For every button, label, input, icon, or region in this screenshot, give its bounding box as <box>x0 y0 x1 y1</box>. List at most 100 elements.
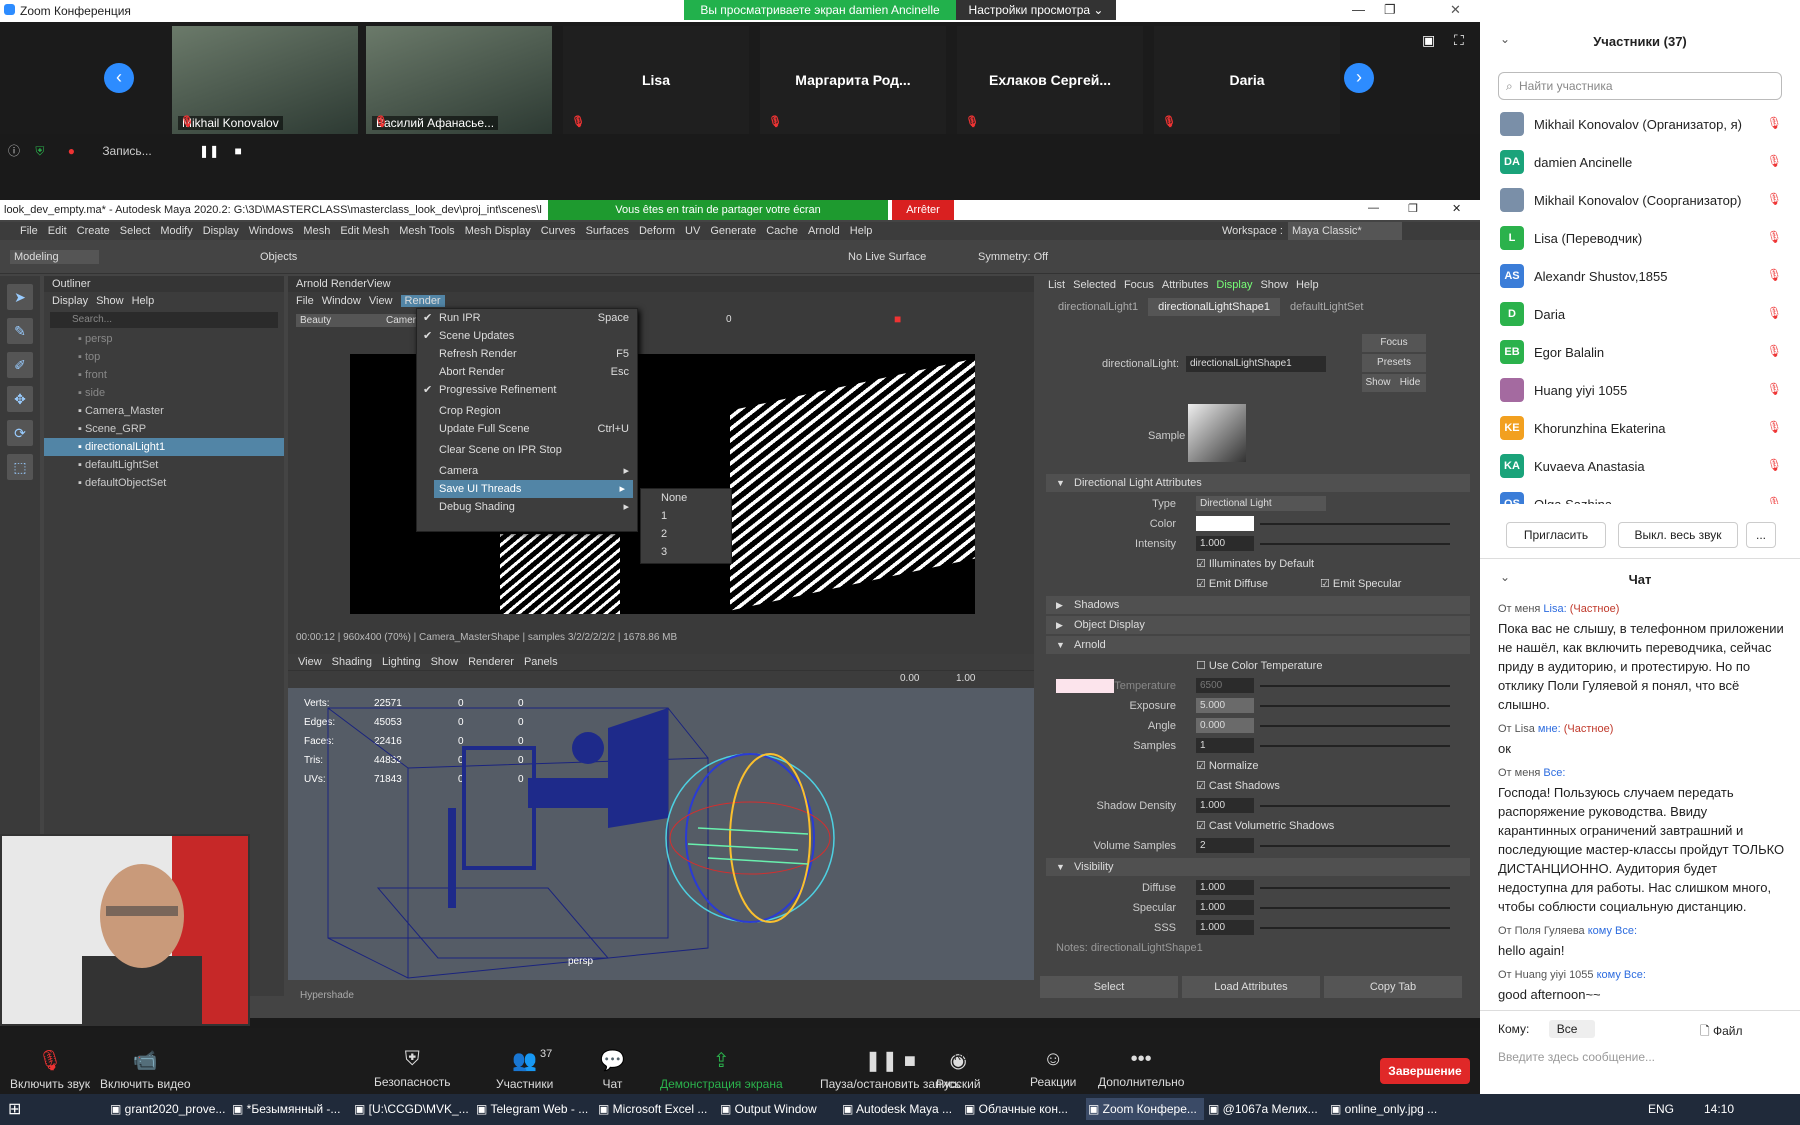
pause-icon[interactable]: ❚❚ <box>199 144 219 158</box>
section-object-display[interactable]: Object Display <box>1046 616 1470 634</box>
attr-menu-item[interactable]: Help <box>1296 279 1319 291</box>
close-icon[interactable]: ✕ <box>1450 2 1461 18</box>
participant-row[interactable]: Mikhail Konovalov (Соорганизатор) 🎙 <box>1500 184 1790 216</box>
select-tool-icon[interactable]: ➤ <box>7 284 33 310</box>
attr-menu-item[interactable]: List <box>1048 279 1065 291</box>
viewport-menu-item[interactable]: Lighting <box>382 656 421 668</box>
volume-samples-slider[interactable] <box>1260 845 1450 847</box>
show-button[interactable]: Show <box>1362 374 1394 392</box>
live-surface-label[interactable]: No Live Surface <box>848 251 926 263</box>
emit-specular-checkbox[interactable]: ☑ Emit Specular <box>1320 577 1401 590</box>
specular-field[interactable]: 1.000 <box>1196 900 1254 915</box>
render-menu-item[interactable]: ✔ Progressive Refinement <box>417 381 637 399</box>
render-menu-item[interactable]: Save UI Threads ▸ <box>434 480 633 498</box>
render-menu-item[interactable]: ✔ Scene Updates <box>417 327 637 345</box>
stop-icon[interactable]: ■ <box>235 144 242 158</box>
view-options-button[interactable]: Настройки просмотра ⌄ <box>956 0 1116 20</box>
prev-page-button[interactable]: ‹ <box>104 63 134 93</box>
temperature-field[interactable]: 6500 <box>1196 678 1254 693</box>
section-shadows[interactable]: Shadows <box>1046 596 1470 614</box>
maya-minimize-icon[interactable]: — <box>1368 202 1379 214</box>
participant-row[interactable]: Mikhail Konovalov (Организатор, я) 🎙 <box>1500 108 1790 140</box>
video-off-button[interactable]: 📹 Включить видео <box>100 1048 191 1091</box>
renderview-value[interactable]: 0 <box>726 314 732 325</box>
viewport-menu-item[interactable]: View <box>298 656 322 668</box>
taskbar-item[interactable]: ▣ online_only.jpg ... <box>1330 1102 1448 1116</box>
color-swatch[interactable] <box>1196 516 1254 531</box>
cast-vol-shadows-checkbox[interactable]: ☑ Cast Volumetric Shadows <box>1196 819 1334 832</box>
volume-samples-field[interactable]: 2 <box>1196 838 1254 853</box>
outliner-item[interactable]: ▪ Camera_Master <box>44 402 284 420</box>
maya-menu-item[interactable]: Surfaces <box>586 222 629 240</box>
reactions-button[interactable]: ☺ Реакции <box>1030 1048 1076 1089</box>
participant-tile[interactable]: Ехлаков Сергей... 🎙 <box>957 26 1143 134</box>
samples-field[interactable]: 1 <box>1196 738 1254 753</box>
taskbar-item[interactable]: ▣ *Безымянный -... <box>232 1102 350 1116</box>
render-menu-item[interactable]: Abort Render Esc <box>417 363 637 381</box>
outliner-item[interactable]: ▪ Scene_GRP <box>44 420 284 438</box>
maya-menu-item[interactable]: Display <box>203 222 239 240</box>
threads-option[interactable]: 1 <box>641 507 731 525</box>
maya-close-icon[interactable]: ✕ <box>1452 202 1461 215</box>
maya-menu-item[interactable]: Arnold <box>808 222 840 240</box>
color-temp-checkbox[interactable]: ☐ Use Color Temperature <box>1196 659 1322 672</box>
diffuse-slider[interactable] <box>1260 887 1450 889</box>
outliner-menu-item[interactable]: Help <box>132 295 155 307</box>
outliner-item[interactable]: ▪ directionalLight1 <box>44 438 284 456</box>
focus-button[interactable]: Focus <box>1362 334 1426 352</box>
taskbar-item[interactable]: ▣ Zoom Конфере... <box>1086 1098 1204 1120</box>
taskbar-lang[interactable]: ENG <box>1648 1102 1674 1116</box>
hypershade-label[interactable]: Hypershade <box>300 990 354 1001</box>
taskbar-item[interactable]: ▣ Output Window <box>720 1102 838 1116</box>
render-menu-item[interactable]: Camera ▸ <box>417 462 637 480</box>
message-input[interactable]: Введите здесь сообщение... <box>1498 1050 1655 1064</box>
maya-menu-item[interactable]: Create <box>77 222 110 240</box>
layout-icon[interactable]: ▣ <box>1422 32 1435 49</box>
angle-field[interactable]: 0.000 <box>1196 718 1254 733</box>
taskbar-item[interactable]: ▣ Microsoft Excel ... <box>598 1102 716 1116</box>
rotate-tool-icon[interactable]: ⟳ <box>7 420 33 446</box>
select-button[interactable]: Select <box>1040 976 1178 998</box>
taskbar-item[interactable]: ▣ grant2020_prove... <box>110 1102 228 1116</box>
outliner-item[interactable]: ▪ top <box>44 348 284 366</box>
illum-default-checkbox[interactable]: ☑ Illuminates by Default <box>1196 557 1314 570</box>
taskbar-item[interactable]: ▣ Облачные кон... <box>964 1102 1082 1116</box>
participants-button[interactable]: 👥 37 Участники <box>496 1048 553 1091</box>
section-visibility[interactable]: Visibility <box>1046 858 1470 876</box>
participant-tile[interactable]: Маргарита Род... 🎙 <box>760 26 946 134</box>
intensity-slider[interactable] <box>1260 543 1450 545</box>
maya-menu-item[interactable]: Edit Mesh <box>340 222 389 240</box>
threads-option[interactable]: None <box>641 489 731 507</box>
node-field[interactable]: directionalLightShape1 <box>1186 356 1326 372</box>
attr-tab[interactable]: directionalLight1 <box>1048 298 1148 316</box>
attr-menu-item[interactable]: Show <box>1260 279 1288 291</box>
participant-tile[interactable]: Lisa 🎙 <box>563 26 749 134</box>
more-options-button[interactable]: ... <box>1746 522 1776 548</box>
maya-menu-item[interactable]: Curves <box>541 222 576 240</box>
viewport-field-2[interactable]: 1.00 <box>956 673 975 684</box>
angle-slider[interactable] <box>1260 725 1450 727</box>
temperature-slider[interactable] <box>1260 685 1450 687</box>
participant-tile[interactable]: Василий Афанасье... 🎙 <box>366 26 552 134</box>
maya-menu-item[interactable]: Windows <box>249 222 294 240</box>
end-meeting-button[interactable]: Завершение <box>1380 1058 1470 1084</box>
taskbar-item[interactable]: ▣ @1067a Мелих... <box>1208 1102 1326 1116</box>
maya-menu-item[interactable]: Edit <box>48 222 67 240</box>
cast-shadows-checkbox[interactable]: ☑ Cast Shadows <box>1196 779 1280 792</box>
language-button[interactable]: ◉ RU Русский <box>936 1048 981 1091</box>
maya-menu-item[interactable]: UV <box>685 222 700 240</box>
shield-icon[interactable]: ⛨ <box>35 144 44 158</box>
maya-menu-item[interactable]: Select <box>120 222 151 240</box>
section-arnold[interactable]: Arnold <box>1046 636 1470 654</box>
outliner-item[interactable]: ▪ persp <box>44 330 284 348</box>
shadow-density-slider[interactable] <box>1260 805 1450 807</box>
section-directional-light[interactable]: Directional Light Attributes <box>1046 474 1470 492</box>
hide-button[interactable]: Hide <box>1394 374 1426 392</box>
viewport-menu-item[interactable]: Shading <box>332 656 372 668</box>
shield-button[interactable]: ⛨ Безопасность <box>374 1048 451 1089</box>
participant-row[interactable]: KE Khorunzhina Ekaterina 🎙 <box>1500 412 1790 444</box>
windows-start-icon[interactable]: ⊞ <box>8 1099 21 1119</box>
normalize-checkbox[interactable]: ☑ Normalize <box>1196 759 1258 772</box>
maya-menu-item[interactable]: Deform <box>639 222 675 240</box>
viewport-field-1[interactable]: 0.00 <box>900 673 919 684</box>
